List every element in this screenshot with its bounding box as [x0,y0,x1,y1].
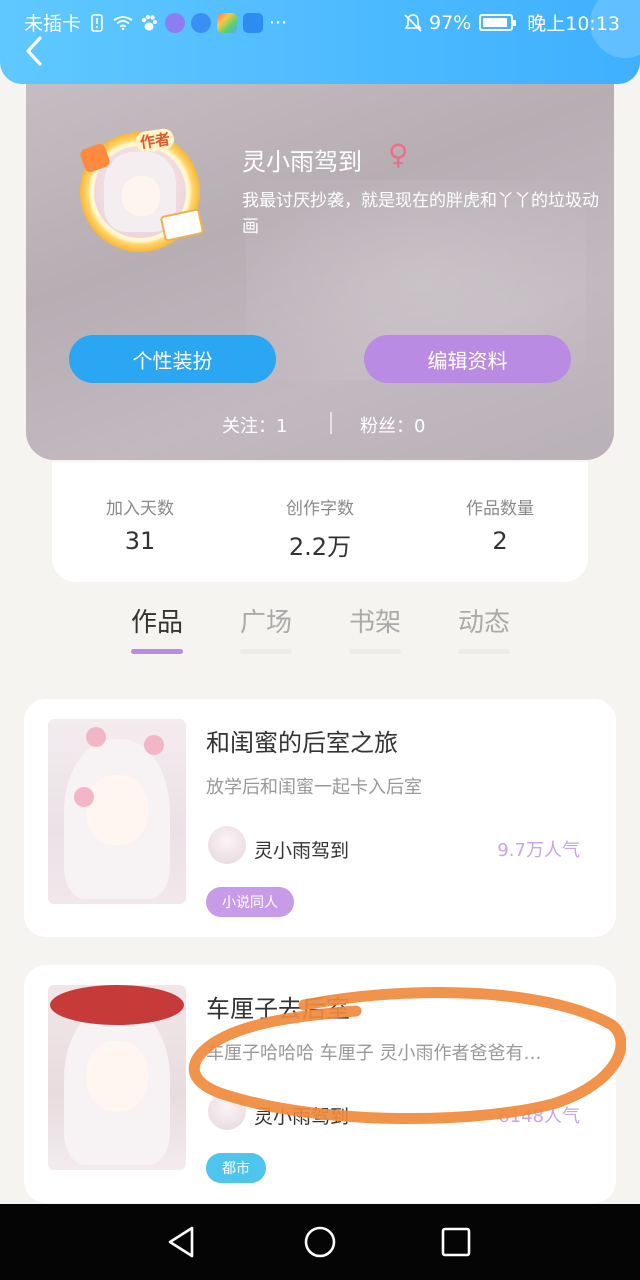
tab-indicator [349,649,401,654]
work-author: 灵小雨驾到 [254,1106,350,1128]
cover-rose [86,727,106,747]
mute-icon [403,13,423,33]
avatar-face [122,176,160,216]
work-cover-image [48,985,186,1170]
wifi-icon [113,13,133,33]
profile-signature: 我最讨厌抄袭，就是现在的胖虎和丫丫的垃圾动画 [242,191,599,237]
edit-profile-button[interactable]: 编辑资料 [364,335,571,383]
status-bar: 未插卡 ··· 97% 晚上10:13 [0,0,640,42]
top-header: 未插卡 ··· 97% 晚上10:13 [0,0,640,84]
followers-count[interactable]: 粉丝：0 [360,412,425,438]
tab-indicator [131,649,183,654]
music-app-icon [165,12,186,33]
dress-up-button[interactable]: 个性装扮 [69,335,276,383]
stat-value: 31 [124,527,156,555]
circle-home-icon [304,1226,336,1258]
sim-alert-icon [87,13,107,33]
cover-face [86,775,148,845]
tab-label: 动态 [457,608,510,638]
author-avatar [208,1092,246,1130]
work-popularity: 9.7万人气 [497,840,580,861]
gallery-app-icon [217,12,238,33]
work-card[interactable]: 和闺蜜的后室之旅 放学后和闺蜜一起卡入后室 灵小雨驾到 9.7万人气 小说同人 [24,699,616,937]
stat-value: 2.2万 [288,533,352,561]
back-arrow-icon [26,36,42,66]
tab-label: 书架 [348,608,401,638]
stat-label: 作品数量 [466,499,534,519]
follow-divider [330,412,332,434]
stats-card: 加入天数 31 创作字数 2.2万 作品数量 2 [52,462,588,582]
stat-label: 创作字数 [286,499,354,519]
cover-face [86,1041,148,1111]
system-nav-bar [0,1204,640,1280]
tab-works[interactable]: 作品 [117,602,197,654]
work-description: 放学后和闺蜜一起卡入后室 [206,777,422,798]
battery-icon [479,14,517,31]
work-popularity: 6148人气 [498,1106,580,1127]
follow-stats: 关注：1 粉丝：0 [26,410,614,438]
work-title: 和闺蜜的后室之旅 [206,729,398,757]
carrier-text: 未插卡 [24,13,82,35]
work-tag[interactable]: 小说同人 [206,887,294,917]
tab-label: 作品 [130,608,183,638]
nav-home-button[interactable] [300,1222,340,1262]
tab-square[interactable]: 广场 [226,602,306,654]
cover-rose [144,735,164,755]
tab-label: 广场 [239,608,292,638]
status-right: 97% 晚上10:13 [403,9,620,36]
work-title: 车厘子去后室 [206,995,350,1023]
stat-word-count: 创作字数 2.2万 [240,494,400,562]
clock: 晚上10:13 [527,13,620,35]
tab-bookshelf[interactable]: 书架 [335,602,415,654]
content-tabs: 作品 广场 书架 动态 [0,600,640,660]
profile-card: 作者 灵小雨驾到 ♀ 我最讨厌抄袭，就是现在的胖虎和丫丫的垃圾动画 个性装扮 编… [26,60,614,460]
work-cover-image [48,719,186,904]
tab-indicator [240,649,292,654]
work-tag[interactable]: 都市 [206,1153,266,1183]
status-left: 未插卡 ··· [24,9,287,36]
more-notifications: ··· [269,11,288,34]
username: 灵小雨驾到 [242,148,362,176]
work-author: 灵小雨驾到 [254,840,350,862]
work-card[interactable]: 车厘子去后室 车厘子哈哈哈 车厘子 灵小雨作者爸爸有… 灵小雨驾到 6148人气… [24,965,616,1203]
nav-back-button[interactable] [162,1222,202,1262]
stat-value: 2 [492,527,508,555]
battery-percent: 97% [429,11,472,34]
stat-work-count: 作品数量 2 [420,494,580,555]
tab-activity[interactable]: 动态 [444,602,524,654]
stat-join-days: 加入天数 31 [60,494,220,555]
triangle-back-icon [168,1226,194,1258]
following-count[interactable]: 关注：1 [222,412,287,438]
back-button[interactable] [22,34,50,68]
weather-app-icon [243,12,264,33]
browser-app-icon [191,12,212,33]
cover-rose [74,787,94,807]
nav-recents-button[interactable] [436,1222,476,1262]
author-avatar [208,826,246,864]
square-recents-icon [441,1227,471,1257]
work-description: 车厘子哈哈哈 车厘子 灵小雨作者爸爸有… [206,1043,542,1064]
stat-label: 加入天数 [106,499,174,519]
cover-bow [50,985,184,1025]
tab-indicator [458,649,510,654]
female-gender-icon: ♀ [388,138,409,171]
paw-icon [139,13,159,33]
